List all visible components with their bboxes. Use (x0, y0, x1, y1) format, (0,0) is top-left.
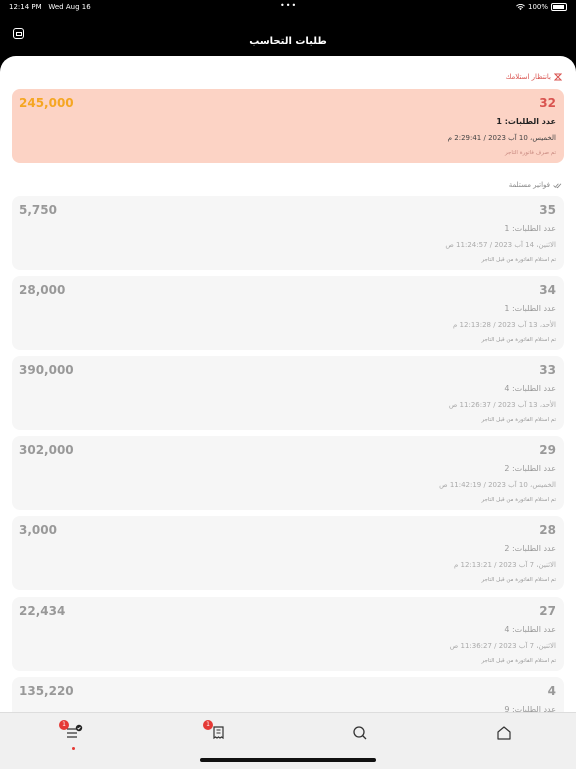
home-icon (497, 726, 511, 740)
invoice-status: تم استلام الفاتورة من قبل التاجر (481, 337, 556, 343)
invoice-number: 33 (539, 363, 556, 377)
invoice-number: 29 (539, 443, 556, 457)
invoice-card[interactable]: 33 390,000 عدد الطلبات: 4 الأحد، 13 آب 2… (12, 356, 564, 430)
tab-search[interactable] (350, 723, 370, 743)
orders-count: عدد الطلبات: 4 (504, 384, 556, 393)
tab-orders[interactable]: 1 (59, 720, 84, 750)
content-sheet: بانتظار استلامك 32 245,000 عدد الطلبات: … (0, 56, 576, 768)
status-time: 12:14 PM Wed Aug 16 (9, 3, 91, 11)
invoice-amount: 28,000 (19, 283, 66, 297)
invoice-status: تم استلام الفاتورة من قبل التاجر (481, 658, 556, 664)
hourglass-icon (554, 73, 562, 81)
tab-invoices[interactable]: 1 (203, 720, 228, 743)
page-title: طلبات التحاسب (249, 36, 327, 47)
status-right: 100% (516, 3, 567, 11)
orders-count: عدد الطلبات: 1 (496, 117, 556, 126)
invoice-date: الخميس، 10 آب 2023 / 11:42:19 ص (439, 481, 556, 489)
orders-count: عدد الطلبات: 2 (504, 544, 556, 553)
invoice-status: تم استلام الفاتورة من قبل التاجر (481, 257, 556, 263)
invoice-amount: 135,220 (19, 684, 74, 698)
invoice-card[interactable]: 29 302,000 عدد الطلبات: 2 الخميس، 10 آب … (12, 436, 564, 510)
invoice-amount: 245,000 (19, 96, 74, 110)
invoice-number: 32 (539, 96, 556, 110)
battery-icon (551, 3, 567, 11)
pending-section-label: بانتظار استلامك (506, 73, 562, 81)
invoice-card[interactable]: 28 3,000 عدد الطلبات: 2 الاثنين، 7 آب 20… (12, 516, 564, 590)
invoice-date: الاثنين، 7 آب 2023 / 11:36:27 ص (449, 642, 556, 650)
invoice-card[interactable]: 27 22,434 عدد الطلبات: 4 الاثنين، 7 آب 2… (12, 597, 564, 671)
invoice-number: 28 (539, 523, 556, 537)
search-icon (353, 726, 367, 740)
pending-invoice-card[interactable]: 32 245,000 عدد الطلبات: 1 الخميس، 10 آب … (12, 89, 564, 163)
nav-header: طلبات التحاسب (0, 14, 576, 56)
invoices-badge: 1 (203, 720, 213, 730)
invoice-date: الاثنين، 14 آب 2023 / 11:24:57 ص (445, 241, 556, 249)
invoice-card[interactable]: 34 28,000 عدد الطلبات: 1 الأحد، 13 آب 20… (12, 276, 564, 350)
invoice-date: الخميس، 10 آب 2023 / 2:29:41 م (447, 134, 556, 142)
orders-count: عدد الطلبات: 4 (504, 625, 556, 634)
invoice-amount: 22,434 (19, 604, 66, 618)
tab-home[interactable] (494, 723, 514, 743)
invoice-amount: 390,000 (19, 363, 74, 377)
active-tab-indicator (72, 747, 75, 750)
multitask-dots[interactable]: ••• (280, 1, 297, 10)
wifi-icon (516, 3, 525, 10)
orders-count: عدد الطلبات: 1 (504, 224, 556, 233)
invoice-status: تم استلام الفاتورة من قبل التاجر (481, 577, 556, 583)
invoice-number: 35 (539, 203, 556, 217)
invoice-status: تم استلام الفاتورة من قبل التاجر (481, 417, 556, 423)
invoice-number: 27 (539, 604, 556, 618)
invoice-status: تم صرف فاتورة التاجر (504, 150, 556, 156)
invoice-status: تم استلام الفاتورة من قبل التاجر (481, 497, 556, 503)
orders-count: عدد الطلبات: 1 (504, 304, 556, 313)
orders-count: عدد الطلبات: 2 (504, 464, 556, 473)
invoice-number: 4 (547, 684, 556, 698)
invoice-amount: 302,000 (19, 443, 74, 457)
invoice-date: الأحد، 13 آب 2023 / 11:26:37 ص (448, 401, 556, 409)
invoice-number: 34 (539, 283, 556, 297)
battery-percent: 100% (527, 3, 548, 11)
status-bar: 12:14 PM Wed Aug 16 ••• 100% (0, 0, 576, 14)
invoice-amount: 3,000 (19, 523, 57, 537)
invoice-card[interactable]: 35 5,750 عدد الطلبات: 1 الاثنين، 14 آب 2… (12, 196, 564, 270)
double-check-icon (553, 182, 562, 188)
invoice-date: الاثنين، 7 آب 2023 / 12:13:21 م (453, 561, 556, 569)
orders-badge: 1 (59, 720, 69, 730)
invoice-amount: 5,750 (19, 203, 57, 217)
invoice-date: الأحد، 13 آب 2023 / 12:13:28 م (452, 321, 556, 329)
received-section-label: فواتير مستلمة (509, 181, 562, 189)
home-indicator[interactable] (200, 758, 376, 762)
